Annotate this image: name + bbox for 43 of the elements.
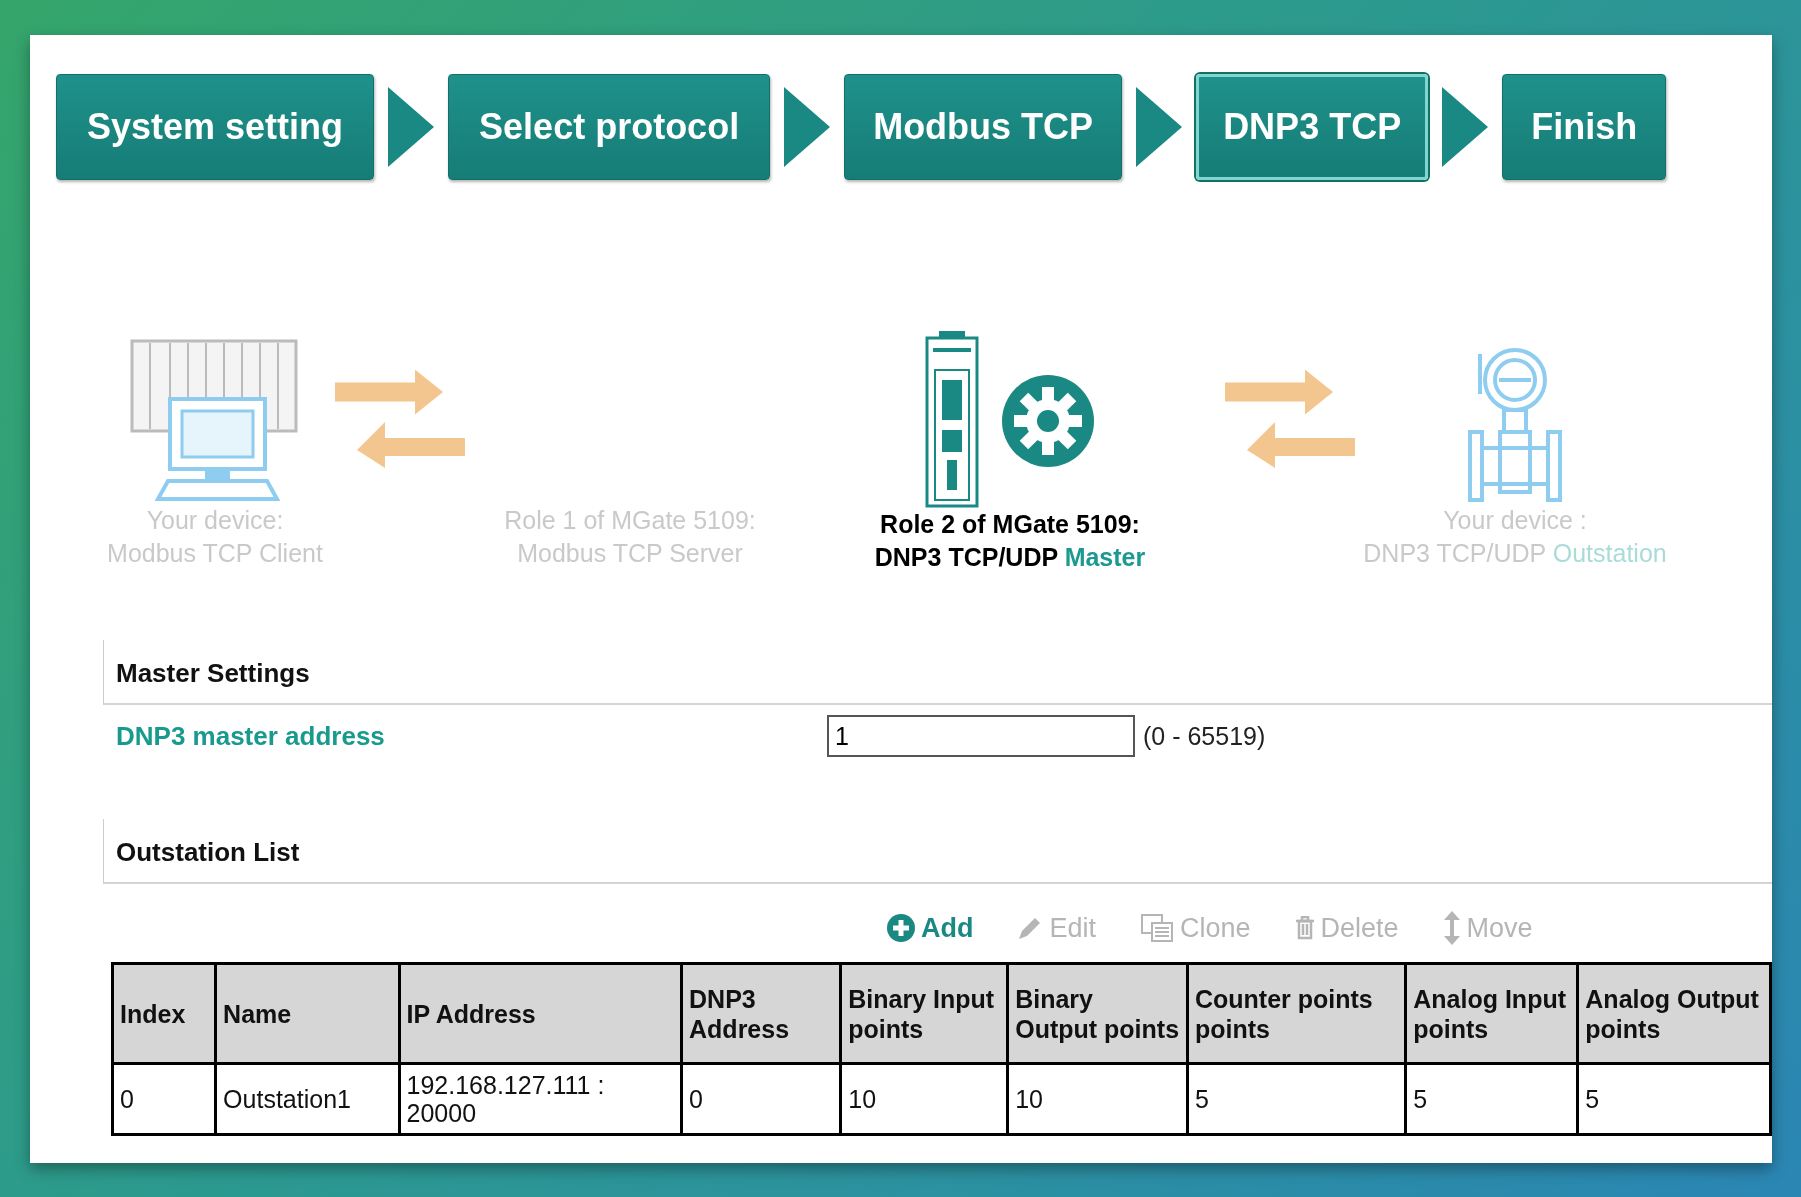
plc-computer-icon <box>130 339 300 504</box>
up-down-arrow-icon <box>1442 911 1461 945</box>
step-arrow-icon <box>1136 87 1183 167</box>
column-header: Index <box>112 963 216 1064</box>
column-header: IP Address <box>399 963 682 1064</box>
table-cell: 0 <box>112 1063 216 1135</box>
table-cell: 5 <box>1577 1063 1771 1135</box>
wizard-step-tab[interactable]: System setting <box>56 74 375 180</box>
column-header: Analog Output points <box>1577 963 1771 1064</box>
column-header: Binary Input points <box>840 963 1008 1064</box>
table-cell: 192.168.127.111 : 20000 <box>399 1063 682 1135</box>
column-header: Counter points points <box>1187 963 1406 1064</box>
table-cell: 0 <box>681 1063 841 1135</box>
column-header: Analog Input points <box>1405 963 1578 1064</box>
column-header: DNP3 Address <box>681 963 841 1064</box>
step-arrow-icon <box>388 87 435 167</box>
table-cell: 5 <box>1187 1063 1406 1135</box>
wizard-step-tab[interactable]: Finish <box>1502 74 1667 180</box>
field-label: DNP3 master address <box>116 720 386 752</box>
wizard-step-tab[interactable]: DNP3 TCP <box>1196 74 1429 180</box>
table-cell: 10 <box>1007 1063 1188 1135</box>
toolbar-button[interactable]: Add <box>887 912 974 944</box>
step-arrow-icon <box>784 87 831 167</box>
gateway-device-icon <box>925 330 979 508</box>
exchange-arrows-icon <box>335 370 465 470</box>
gear-icon <box>1001 374 1095 468</box>
section-header: Master Settings <box>103 640 1772 705</box>
column-header: Binary Output points <box>1007 963 1188 1064</box>
trash-icon <box>1294 916 1315 940</box>
wizard-step-tab[interactable]: Select protocol <box>448 74 771 180</box>
plus-circle-icon <box>887 914 915 942</box>
table-cell: Outstation1 <box>215 1063 400 1135</box>
column-header: Name <box>215 963 400 1064</box>
wizard-step-tab[interactable]: Modbus TCP <box>844 74 1123 180</box>
table-cell: 10 <box>840 1063 1008 1135</box>
copy-icon <box>1140 913 1174 943</box>
master-address-input[interactable]: 1 <box>827 715 1135 757</box>
exchange-arrows-icon <box>1225 370 1355 470</box>
section-header: Outstation List <box>103 819 1772 884</box>
table-cell: 5 <box>1405 1063 1578 1135</box>
step-arrow-icon <box>1442 87 1489 167</box>
range-hint: (0 - 65519) <box>1143 721 1266 751</box>
role-caption: Role 2 of MGate 5109: DNP3 TCP/UDP Master <box>874 509 1146 573</box>
